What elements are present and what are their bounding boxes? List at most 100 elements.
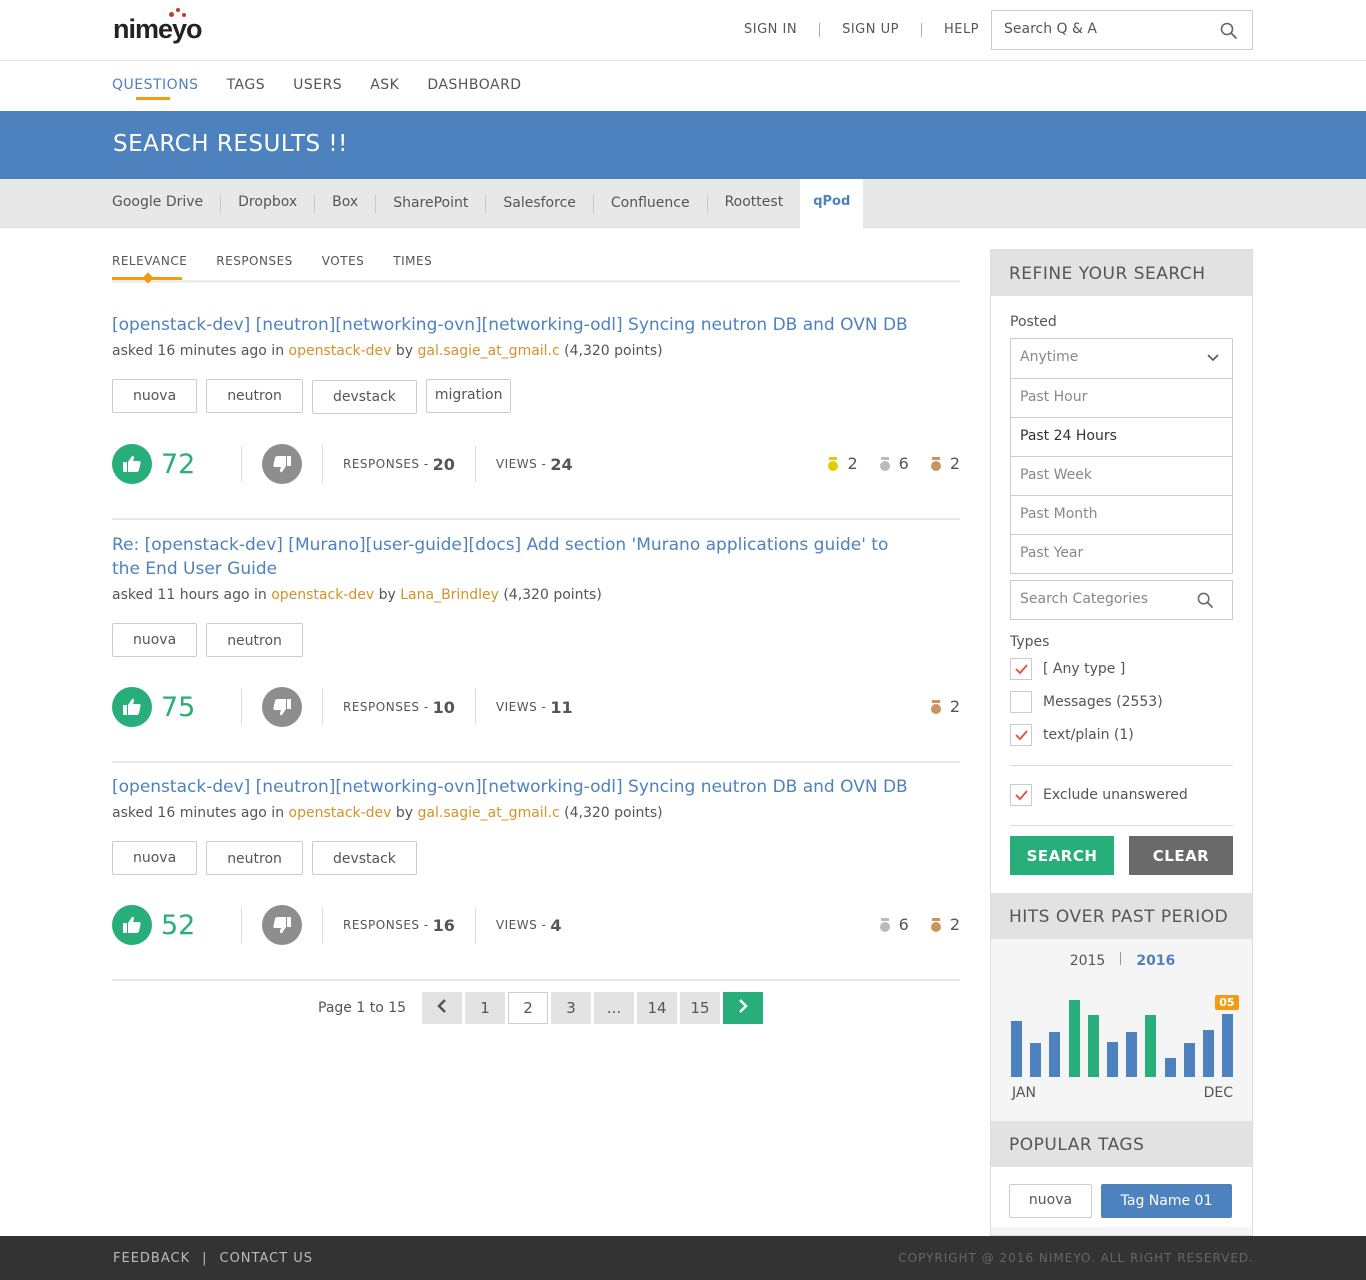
page-button[interactable]: 15	[680, 992, 721, 1024]
tag-chip[interactable]: nuova	[112, 841, 198, 875]
nav-users[interactable]: USERS	[293, 61, 342, 111]
category-link[interactable]: openstack-dev	[289, 343, 392, 359]
search-icon[interactable]	[1197, 592, 1214, 609]
bar-apr[interactable]	[1068, 999, 1080, 1077]
nav-tags[interactable]: TAGS	[227, 61, 266, 111]
tag-chip[interactable]: nuova	[112, 379, 198, 413]
sort-times[interactable]: TIMES	[393, 254, 432, 280]
page-button[interactable]: 1	[465, 992, 506, 1024]
type-checkbox[interactable]: text/plain (1)	[1010, 724, 1233, 746]
page-button[interactable]: 3	[551, 992, 592, 1024]
source-tab-dropbox[interactable]: Dropbox	[238, 179, 297, 228]
question-item: Re: [openstack-dev] [Murano][user-guide]…	[112, 533, 960, 763]
source-tab-box[interactable]: Box	[332, 179, 358, 228]
bar-jan[interactable]	[1011, 1021, 1022, 1077]
bar-may[interactable]	[1087, 1014, 1099, 1077]
top-links: SIGN IN SIGN UP HELP	[744, 22, 979, 37]
bar-oct[interactable]	[1183, 1042, 1195, 1077]
checkbox-checked[interactable]	[1010, 658, 1032, 680]
posted-option[interactable]: Past Year	[1011, 534, 1232, 573]
prev-page-button[interactable]	[422, 992, 463, 1024]
checkbox-checked[interactable]	[1010, 784, 1032, 806]
chevron-right-icon	[739, 999, 748, 1013]
posted-option[interactable]: Past 24 Hours	[1011, 417, 1232, 456]
checkbox-unchecked[interactable]	[1010, 691, 1032, 713]
posted-select[interactable]: Anytime	[1011, 339, 1232, 378]
nav-ask[interactable]: ASK	[370, 61, 399, 111]
sort-responses[interactable]: RESPONSES	[216, 254, 293, 280]
bar-jun[interactable]	[1107, 1041, 1118, 1077]
contact-link[interactable]: CONTACT US	[220, 1251, 314, 1266]
tag-chip[interactable]: devstack	[311, 380, 417, 414]
page-button-current[interactable]: 2	[508, 992, 549, 1024]
bar-sep[interactable]	[1164, 1058, 1176, 1077]
feedback-link[interactable]: FEEDBACK	[113, 1251, 190, 1266]
bar-tooltip: 05	[1215, 995, 1239, 1010]
source-tab-salesforce[interactable]: Salesforce	[503, 179, 576, 228]
question-title[interactable]: Re: [openstack-dev] [Murano][user-guide]…	[112, 533, 892, 581]
source-tab-qpod[interactable]: qPod	[800, 179, 864, 228]
user-link[interactable]: Lana_Brindley	[400, 587, 499, 603]
year-2016[interactable]: 2016	[1136, 953, 1175, 969]
logo[interactable]: nimeyo	[113, 8, 203, 45]
next-page-button[interactable]	[723, 992, 764, 1024]
bar-feb[interactable]	[1030, 1042, 1042, 1077]
bar-aug[interactable]	[1145, 1014, 1157, 1077]
bar-jul[interactable]	[1126, 1032, 1138, 1077]
exclude-unanswered-checkbox[interactable]: Exclude unanswered	[1010, 784, 1233, 806]
type-checkbox[interactable]: [ Any type ]	[1010, 658, 1233, 680]
thumbs-up-icon	[123, 455, 141, 472]
nav-dashboard[interactable]: DASHBOARD	[427, 61, 521, 111]
tag-chip[interactable]: nuova	[112, 623, 198, 657]
clear-button[interactable]: CLEAR	[1129, 836, 1233, 875]
signin-link[interactable]: SIGN IN	[744, 22, 797, 37]
category-search-input[interactable]: Search Categories	[1010, 580, 1233, 620]
year-2015[interactable]: 2015	[1070, 953, 1106, 969]
tag-chip[interactable]: migration	[425, 379, 512, 413]
source-tab-sharepoint[interactable]: SharePoint	[393, 179, 468, 228]
user-link[interactable]: gal.sagie_at_gmail.c	[418, 343, 560, 359]
popular-tag-selected[interactable]: Tag Name 01	[1101, 1184, 1232, 1218]
hits-title: HITS OVER PAST PERIOD	[991, 893, 1252, 939]
tag-chip[interactable]: devstack	[311, 841, 417, 875]
downvote-button[interactable]	[262, 687, 302, 727]
question-title[interactable]: [openstack-dev] [neutron][networking-ovn…	[112, 313, 960, 337]
search-icon[interactable]	[1220, 22, 1238, 40]
downvote-button[interactable]	[262, 905, 302, 945]
tag-chip[interactable]: neutron	[206, 623, 303, 657]
source-tab-confluence[interactable]: Confluence	[611, 179, 690, 228]
thumbs-down-icon	[273, 699, 291, 716]
popular-tag[interactable]: nuova	[1009, 1184, 1092, 1218]
tag-chip[interactable]: neutron	[206, 841, 303, 875]
sort-relevance[interactable]: RELEVANCE	[112, 254, 187, 284]
active-marker	[142, 272, 154, 284]
posted-option[interactable]: Past Week	[1011, 456, 1232, 495]
upvote-button[interactable]	[112, 444, 152, 484]
category-link[interactable]: openstack-dev	[271, 587, 374, 603]
signup-link[interactable]: SIGN UP	[842, 22, 899, 37]
tag-chip[interactable]: neutron	[206, 379, 303, 413]
question-title[interactable]: [openstack-dev] [neutron][networking-ovn…	[112, 775, 960, 799]
downvote-button[interactable]	[262, 444, 302, 484]
vote-count: 75	[161, 691, 196, 723]
checkbox-checked[interactable]	[1010, 724, 1032, 746]
posted-option[interactable]: Past Month	[1011, 495, 1232, 534]
page-ellipsis: ...	[594, 992, 635, 1024]
upvote-button[interactable]	[112, 905, 152, 945]
source-tab-google-drive[interactable]: Google Drive	[112, 179, 203, 228]
type-checkbox[interactable]: Messages (2553)	[1010, 691, 1233, 713]
bar-dec[interactable]	[1222, 1014, 1234, 1077]
category-link[interactable]: openstack-dev	[289, 805, 392, 821]
user-link[interactable]: gal.sagie_at_gmail.c	[418, 805, 560, 821]
bar-mar[interactable]	[1049, 1032, 1061, 1077]
page-button[interactable]: 14	[637, 992, 678, 1024]
posted-option[interactable]: Past Hour	[1011, 378, 1232, 417]
source-tab-roottest[interactable]: Roottest	[725, 179, 784, 228]
nav-questions[interactable]: QUESTIONS	[112, 61, 199, 111]
bar-nov[interactable]	[1203, 1030, 1214, 1077]
upvote-button[interactable]	[112, 687, 152, 727]
sort-votes[interactable]: VOTES	[322, 254, 364, 280]
search-button[interactable]: SEARCH	[1010, 836, 1114, 875]
search-input[interactable]: Search Q & A	[991, 10, 1253, 50]
help-link[interactable]: HELP	[944, 22, 979, 37]
